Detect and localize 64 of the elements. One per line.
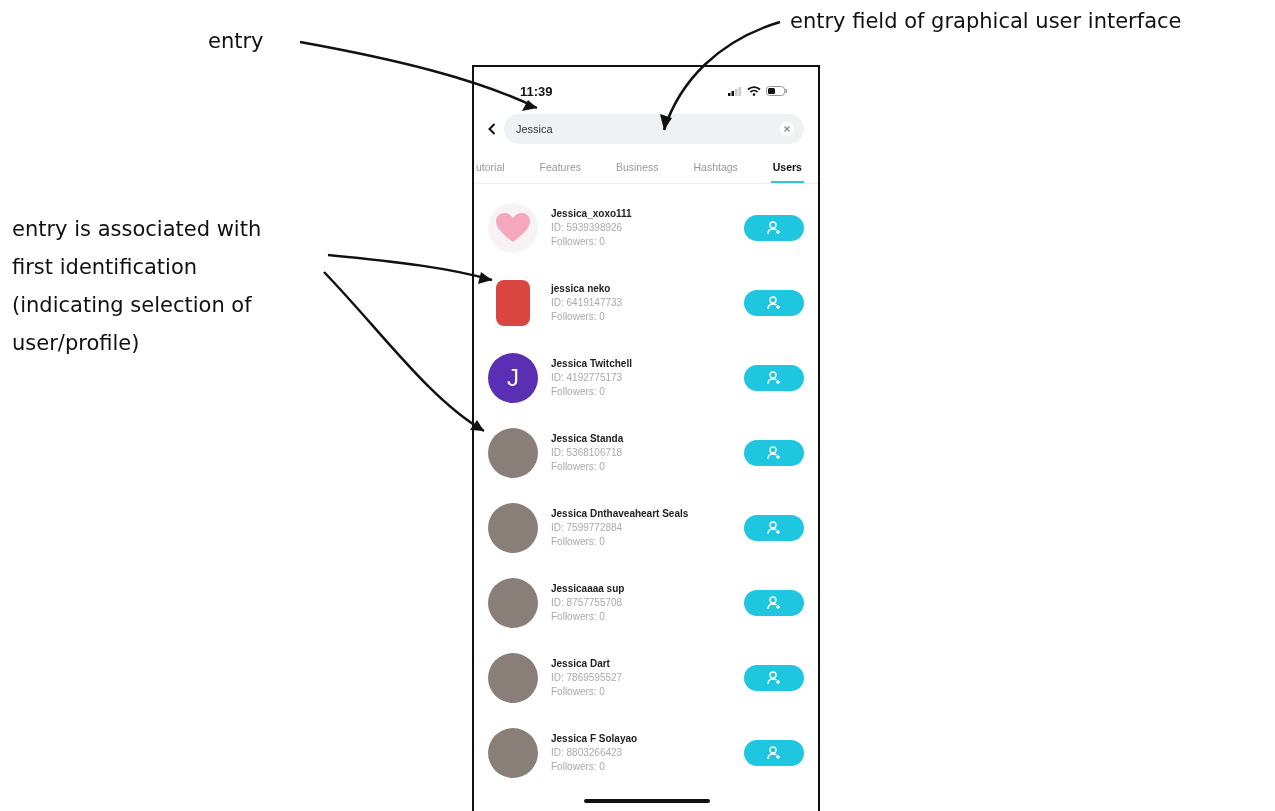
chevron-left-icon: [488, 123, 496, 135]
follower-count: Followers: 0: [551, 686, 606, 697]
annotation-text: entry is associated with first identification (indicating selection of user/profile): [12, 216, 263, 357]
follower-count: Followers: 0: [551, 761, 606, 772]
person-plus-icon: [767, 445, 781, 460]
follow-button[interactable]: [744, 214, 804, 241]
follower-count: Followers: 0: [551, 611, 606, 622]
person-plus-icon: [767, 595, 781, 610]
search-field[interactable]: Jessica: [504, 114, 804, 144]
person-plus-icon: [767, 220, 781, 235]
user-name: Jessicaaaa sup: [551, 583, 626, 594]
status-time: 11:39: [520, 83, 553, 99]
photo-placeholder: [488, 652, 538, 703]
follower-count: Followers: 0: [551, 311, 606, 322]
tab[interactable]: utorial: [474, 157, 507, 183]
follower-count: Followers: 0: [551, 236, 606, 247]
person-plus-icon: [767, 520, 781, 535]
wifi-icon: [747, 86, 761, 96]
annotation-text: entry field of graphical user interface: [790, 8, 1182, 35]
photo-placeholder: [488, 577, 538, 628]
follower-count: Followers: 0: [551, 536, 606, 547]
person-plus-icon: [767, 745, 781, 760]
person-plus-icon: [767, 370, 781, 385]
photo-placeholder: [488, 502, 538, 553]
follow-button[interactable]: [744, 364, 804, 391]
avatar: J: [488, 352, 538, 403]
back-button[interactable]: [488, 123, 496, 135]
person-plus-icon: [767, 295, 781, 310]
user-id: ID: 6419147733: [551, 297, 624, 308]
user-name: Jessica Twitchell: [551, 358, 633, 369]
battery-icon: [766, 86, 788, 96]
photo-placeholder: [488, 427, 538, 478]
follower-count: Followers: 0: [551, 386, 606, 397]
signal-icon: [728, 86, 742, 96]
user-id: ID: 4192775173: [551, 372, 624, 383]
user-name: Jessica Dnthaveaheart Seals: [551, 508, 690, 519]
close-icon: [784, 126, 790, 132]
tab[interactable]: Hashtags: [691, 157, 740, 183]
tab[interactable]: Business: [613, 157, 661, 183]
follower-count: Followers: 0: [551, 461, 606, 472]
user-id: ID: 5368106718: [551, 447, 624, 458]
follow-button[interactable]: [744, 289, 804, 316]
user-name: Jessica F Solayao: [551, 733, 639, 744]
follow-button[interactable]: [744, 514, 804, 541]
user-id: ID: 8757755708: [551, 597, 624, 608]
person-plus-icon: [767, 670, 781, 685]
user-id: ID: 5939398926: [551, 222, 624, 233]
user-id: ID: 7599772884: [551, 522, 624, 533]
tab[interactable]: Features: [537, 157, 583, 183]
annotation-text: entry: [208, 28, 264, 55]
user-name: Jessica Standa: [551, 433, 625, 444]
user-id: ID: 8803266423: [551, 747, 624, 758]
photo-placeholder: [488, 727, 538, 778]
user-name: Jessica Dart: [551, 658, 611, 669]
user-name: Jessica_xoxo111: [551, 208, 633, 219]
tab[interactable]: Users: [770, 157, 804, 183]
sticker-placeholder: [496, 279, 530, 326]
user-id: ID: 7869595527: [551, 672, 624, 683]
follow-button[interactable]: [744, 664, 804, 691]
heart-icon: [496, 212, 530, 243]
user-name: jessica neko: [551, 283, 612, 294]
follow-button[interactable]: [744, 589, 804, 616]
follow-button[interactable]: [744, 739, 804, 766]
follow-button[interactable]: [744, 439, 804, 466]
